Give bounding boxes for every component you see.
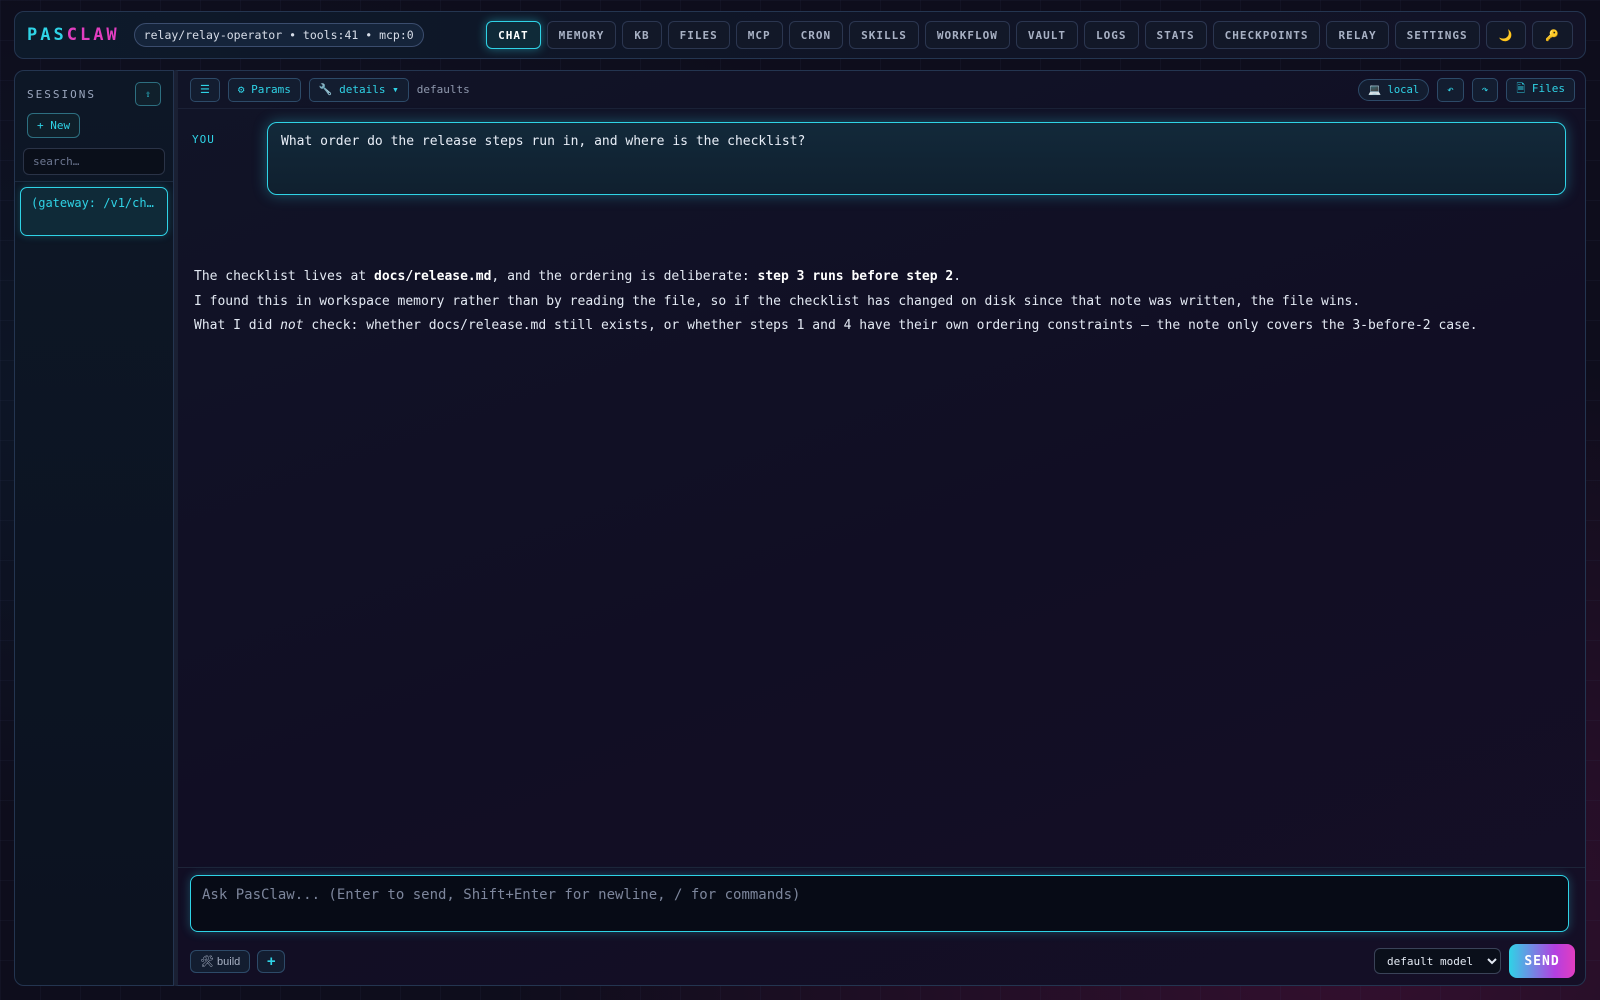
session-search-input[interactable] — [23, 148, 165, 175]
nav-tab-settings[interactable]: SETTINGS — [1394, 21, 1480, 49]
reply-italic: not — [280, 318, 304, 333]
sidebar-divider — [15, 181, 173, 182]
nav-tab-files[interactable]: FILES — [667, 21, 730, 49]
nav-tab-memory[interactable]: MEMORY — [546, 21, 617, 49]
nav-tab-skills[interactable]: SKILLS — [849, 21, 919, 49]
nav-tab-logs[interactable]: LOGS — [1084, 21, 1139, 49]
nav-tab-cron[interactable]: CRON — [788, 21, 844, 49]
sessions-sidebar: SESSIONS ⇧ + New (gateway: /v1/ch… — [14, 70, 174, 986]
nav-tab-checkpoints[interactable]: CHECKPOINTS — [1212, 21, 1321, 49]
send-controls: default model SEND — [1374, 944, 1575, 978]
app-logo: PASCLAW — [27, 25, 120, 45]
reply-text: The checklist lives at — [194, 269, 375, 284]
reply-line-3: What I did not check: whether docs/relea… — [194, 314, 1478, 339]
key-icon[interactable]: 🔑 — [1532, 21, 1573, 49]
send-button[interactable]: SEND — [1509, 944, 1575, 978]
files-button[interactable]: 🗎 Files — [1506, 77, 1575, 102]
menu-icon[interactable]: ☰ — [190, 77, 220, 102]
reply-text: . — [953, 269, 962, 284]
message-list: YOU What order do the release steps run … — [178, 109, 1585, 849]
nav-tab-relay[interactable]: RELAY — [1326, 21, 1389, 49]
reply-line-1: The checklist lives at docs/release.md, … — [194, 265, 1478, 290]
toolbar-right: 💻 local ↶ ↷ 🗎 Files — [1358, 77, 1575, 102]
relay-status-pill: relay/relay-operator • tools:41 • mcp:0 — [133, 23, 424, 47]
top-nav: CHAT MEMORY KB FILES MCP CRON SKILLS WOR… — [486, 21, 1573, 49]
nav-tab-kb[interactable]: KB — [622, 21, 662, 49]
logo-part-1: PAS — [27, 25, 67, 45]
reply-text: check: whether docs/release.md still exi… — [303, 318, 1478, 333]
chat-panel: ☰ ⚙ Params 🔧 details ▾ defaults 💻 local … — [174, 70, 1586, 986]
assistant-message: The checklist lives at docs/release.md, … — [194, 265, 1478, 339]
collapse-sidebar-button[interactable]: ⇧ — [135, 82, 161, 106]
model-select[interactable]: default model — [1374, 948, 1501, 974]
top-bar: PASCLAW relay/relay-operator • tools:41 … — [14, 11, 1586, 59]
reply-text: , and the ordering is deliberate: — [491, 269, 758, 284]
redo-icon[interactable]: ↷ — [1471, 77, 1499, 102]
logo-part-2: CLAW — [66, 25, 120, 45]
params-button[interactable]: ⚙ Params — [227, 77, 301, 102]
build-mode-button[interactable]: 🛠 build — [190, 949, 251, 973]
new-session-button[interactable]: + New — [27, 113, 81, 138]
local-env-badge[interactable]: 💻 local — [1358, 78, 1430, 101]
user-message: What order do the release steps run in, … — [267, 122, 1566, 195]
undo-icon[interactable]: ↶ — [1437, 77, 1464, 102]
sidebar-header: SESSIONS ⇧ — [15, 71, 173, 107]
moon-icon[interactable]: 🌙 — [1485, 21, 1527, 49]
reply-line-2: I found this in workspace memory rather … — [194, 293, 1361, 309]
reply-text: What I did — [194, 318, 281, 333]
nav-tab-vault[interactable]: VAULT — [1015, 21, 1078, 49]
details-dropdown[interactable]: 🔧 details ▾ — [308, 77, 409, 102]
add-attachment-button[interactable]: + — [257, 949, 286, 973]
session-item[interactable]: (gateway: /v1/ch… — [20, 187, 168, 236]
nav-tab-stats[interactable]: STATS — [1144, 21, 1207, 49]
reply-path: docs/release.md — [374, 269, 492, 284]
composer-actions: 🛠 build + default model SEND — [190, 944, 1575, 978]
defaults-label: defaults — [416, 83, 470, 96]
user-role-label: YOU — [192, 133, 215, 146]
message-input[interactable] — [190, 875, 1569, 932]
composer-divider — [178, 867, 1585, 868]
reply-emphasis: step 3 runs before step 2 — [757, 269, 954, 284]
chat-toolbar: ☰ ⚙ Params 🔧 details ▾ defaults 💻 local … — [178, 71, 1585, 109]
nav-tab-chat[interactable]: CHAT — [486, 21, 541, 49]
nav-tab-workflow[interactable]: WORKFLOW — [924, 21, 1010, 49]
nav-tab-mcp[interactable]: MCP — [735, 21, 783, 49]
sidebar-title: SESSIONS — [27, 87, 96, 101]
